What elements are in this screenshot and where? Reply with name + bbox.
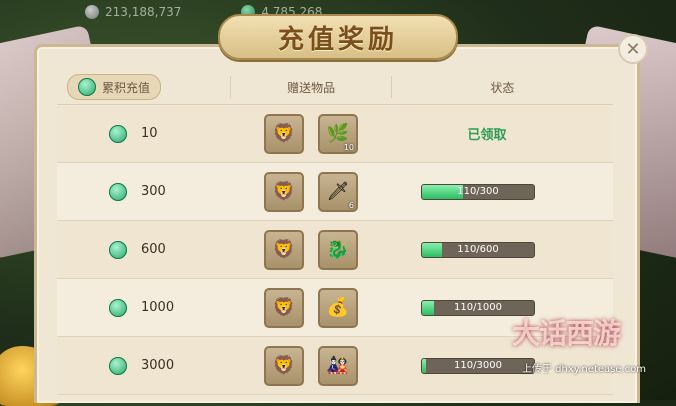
reward-item-slot[interactable]: 🗡 6	[318, 171, 358, 212]
status-cell: 110/600	[391, 241, 613, 258]
reward-item-slot[interactable]: 🦁	[264, 113, 304, 154]
reward-item-slot[interactable]: 🎎	[318, 345, 358, 386]
reward-item-icon: 🐉	[326, 239, 350, 260]
gift-cell: 🦁 🎎	[231, 345, 391, 386]
reward-item-slot[interactable]: 🌿 10	[318, 113, 358, 154]
close-icon: ✕	[625, 38, 641, 60]
status-cell: 110/300	[391, 183, 613, 200]
amount-cell: 3000	[57, 356, 231, 375]
status-cell: 已领取	[391, 124, 613, 143]
reward-item-icon: 💰	[326, 297, 350, 318]
reward-item-icon: 🦁	[272, 355, 296, 376]
amount-cell: 1000	[57, 298, 231, 317]
watermark-url: 上传于 dhxy.netease.com	[522, 364, 647, 375]
gift-cell: 🦁 🗡 6	[231, 171, 391, 212]
amount-cell: 10	[57, 124, 231, 143]
header-cumulative-chip: 累积充值	[67, 74, 162, 100]
close-button[interactable]: ✕	[618, 34, 648, 64]
reward-item-slot[interactable]: 🐉	[318, 229, 358, 270]
recharge-amount: 1000	[141, 300, 175, 315]
silver-coin-icon	[85, 5, 99, 19]
gift-cell: 🦁 🌿 10	[231, 113, 391, 154]
reward-item-icon: 🎎	[326, 355, 350, 376]
reward-item-icon: 🦁	[272, 181, 296, 202]
table-header: 累积充值 赠送物品 状态	[57, 70, 613, 105]
jade-icon	[109, 356, 127, 375]
reward-row: 300 🦁 🗡 6 110/300	[57, 163, 613, 221]
jade-icon	[109, 182, 127, 201]
gift-cell: 🦁 🐉	[231, 229, 391, 270]
reward-item-icon: 🦁	[272, 239, 296, 260]
amount-cell: 300	[57, 182, 231, 201]
status-claimed: 已领取	[467, 128, 507, 143]
header-status: 状态	[490, 80, 515, 95]
jade-icon	[109, 240, 127, 259]
reward-item-slot[interactable]: 🦁	[264, 229, 304, 270]
header-gift: 赠送物品	[287, 80, 336, 95]
jade-icon	[109, 298, 127, 317]
progress-bar: 110/3000	[421, 357, 535, 374]
item-quantity: 10	[343, 142, 354, 152]
progress-label: 110/3000	[454, 359, 502, 371]
reward-item-icon: 🦁	[272, 297, 296, 318]
reward-row: 10 🦁 🌿 10 已领取	[57, 105, 613, 163]
recharge-amount: 600	[141, 242, 166, 257]
reward-item-icon: 🗡	[326, 181, 350, 202]
jade-icon	[109, 124, 127, 143]
recharge-amount: 300	[141, 184, 166, 199]
header-cumulative-cell: 累积充值	[57, 74, 230, 100]
recharge-amount: 10	[141, 126, 158, 141]
dialog-title: 充值奖励	[277, 24, 398, 55]
item-quantity: 6	[348, 200, 354, 210]
jade-icon	[78, 78, 96, 96]
progress-bar: 110/600	[421, 241, 535, 258]
reward-item-icon: 🦁	[272, 123, 296, 144]
reward-item-slot[interactable]: 🦁	[264, 171, 304, 212]
reward-item-slot[interactable]: 💰	[318, 287, 358, 328]
reward-row: 600 🦁 🐉 110/600	[57, 221, 613, 279]
reward-item-icon: 🌿	[326, 123, 350, 144]
progress-label: 110/600	[457, 243, 499, 255]
amount-cell: 600	[57, 240, 231, 259]
progress-label: 110/300	[457, 185, 499, 197]
silver-currency: 213,188,737	[85, 5, 181, 19]
header-cumulative: 累积充值	[102, 80, 151, 95]
silver-value: 213,188,737	[105, 5, 182, 19]
reward-item-slot[interactable]: 🦁	[264, 287, 304, 328]
dialog-title-plaque: 充值奖励	[218, 14, 458, 60]
progress-bar: 110/300	[421, 183, 535, 200]
reward-item-slot[interactable]: 🦁	[264, 345, 304, 386]
watermark-logo: 大话西游	[512, 317, 621, 350]
gift-cell: 🦁 💰	[231, 287, 391, 328]
recharge-amount: 3000	[141, 358, 175, 373]
